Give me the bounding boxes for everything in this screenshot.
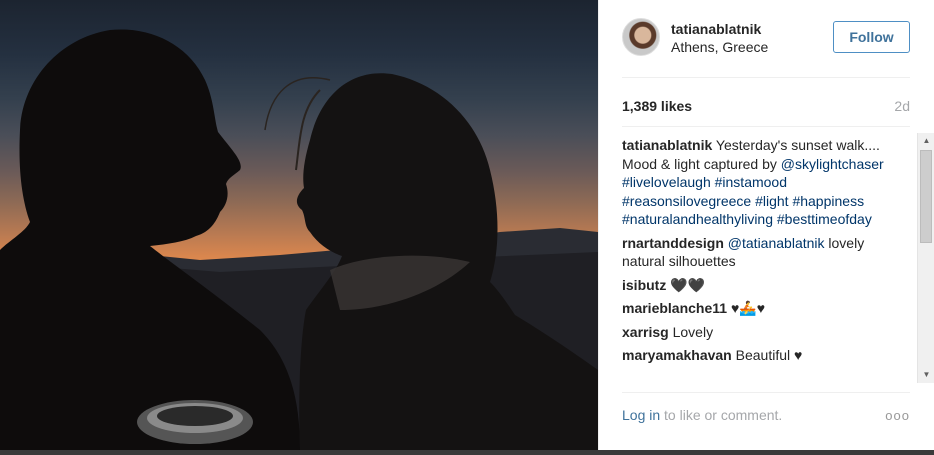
scroll-down-arrow-icon[interactable]: ▼ [918, 367, 934, 383]
comment-item: marieblanche11 ♥🚣♥ [622, 299, 910, 318]
footer-divider [622, 392, 910, 393]
comment-username[interactable]: xarrisg [622, 324, 669, 340]
scrollbar-thumb[interactable] [920, 150, 932, 243]
likes-divider [622, 126, 910, 127]
caption: tatianablatnik Yesterday's sunset walk..… [622, 136, 910, 229]
post-location[interactable]: Athens, Greece [671, 39, 768, 55]
comment-username[interactable]: maryamakhavan [622, 347, 732, 363]
comment-item: rnartanddesign @tatianablatnik lovely na… [622, 234, 910, 271]
comment-text: 🖤🖤 [670, 276, 706, 293]
likes-count[interactable]: 1,389 likes [622, 98, 692, 114]
comment-mention[interactable]: @tatianablatnik [728, 235, 825, 251]
caption-username[interactable]: tatianablatnik [622, 137, 712, 153]
comment-text: ♥🚣♥ [730, 300, 766, 316]
avatar[interactable] [622, 18, 660, 56]
header-divider [622, 77, 910, 78]
comment-username[interactable]: rnartanddesign [622, 235, 724, 251]
more-options-icon[interactable]: ooo [885, 408, 910, 423]
comment-text: Beautiful ♥ [735, 347, 803, 363]
follow-button[interactable]: Follow [833, 21, 910, 53]
comments-list: tatianablatnik Yesterday's sunset walk..… [622, 136, 910, 383]
post-age: 2d [894, 98, 910, 114]
post-username[interactable]: tatianablatnik [671, 21, 761, 37]
login-suffix: to like or comment. [660, 407, 783, 423]
comment-item: isibutz 🖤🖤 [622, 276, 910, 295]
comment-item: maryamakhavan Beautiful ♥ [622, 346, 910, 365]
comment-text: Lovely [672, 323, 714, 340]
caption-hashtags-1[interactable]: #livelovelaugh [622, 174, 711, 190]
comment-username[interactable]: isibutz [622, 277, 666, 293]
post-photo[interactable] [0, 0, 598, 450]
caption-hashtags-4[interactable]: #besttimeofday [777, 211, 872, 227]
caption-mention[interactable]: @skylightchaser [781, 156, 884, 172]
post-header: tatianablatnik Athens, Greece Follow [622, 18, 910, 60]
silhouette-image [0, 29, 598, 450]
comment-item: xarrisg Lovely [622, 323, 910, 342]
window-bottom-bar [0, 450, 934, 455]
login-prompt: Log in to like or comment. [622, 407, 782, 423]
comments-scrollbar[interactable]: ▲ ▼ [917, 133, 934, 383]
scroll-up-arrow-icon[interactable]: ▲ [918, 133, 934, 149]
login-link[interactable]: Log in [622, 407, 660, 423]
comment-username[interactable]: marieblanche11 [622, 300, 727, 316]
